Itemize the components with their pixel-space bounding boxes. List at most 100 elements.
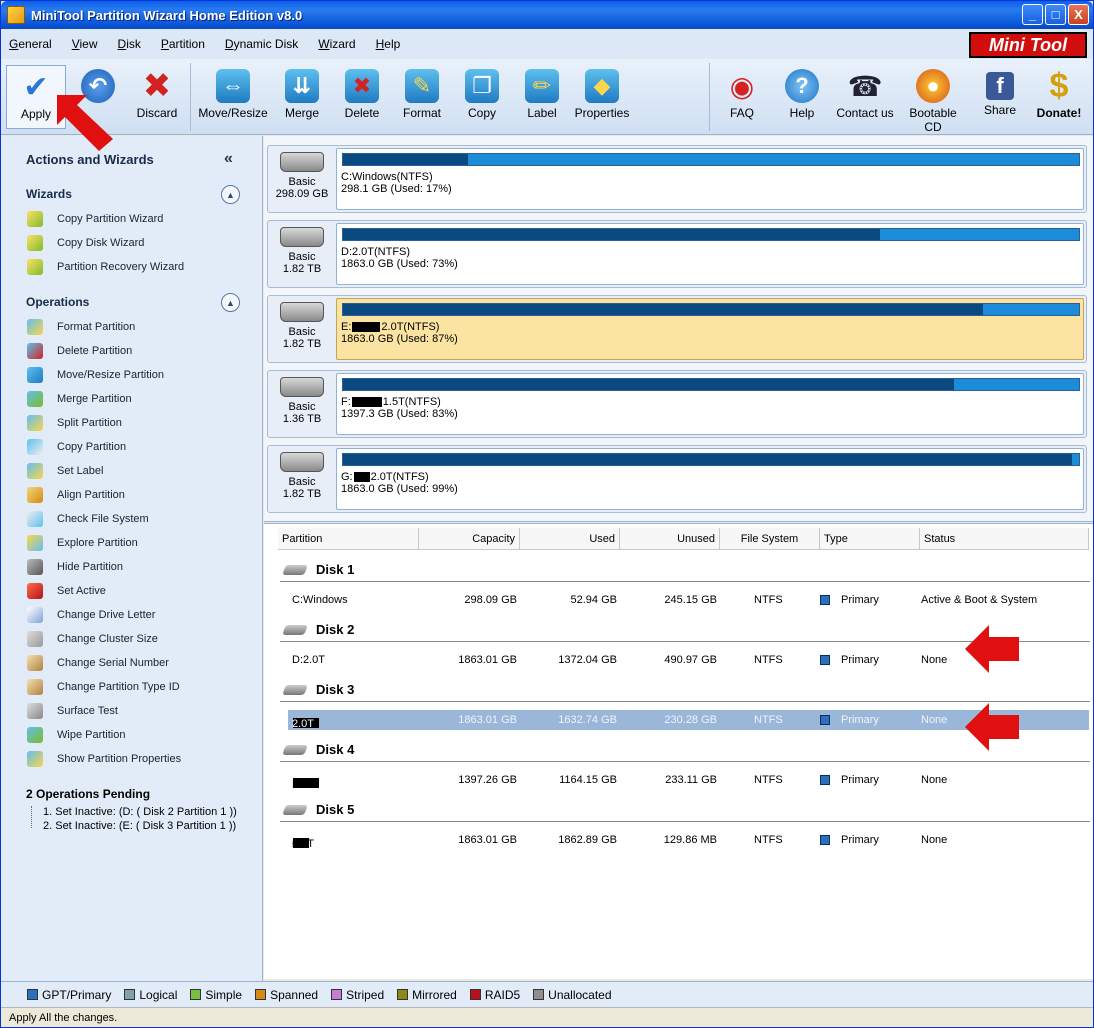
bootable-cd-button[interactable]: ● Bootable CD: [899, 65, 967, 134]
menu-disk[interactable]: Disk: [118, 37, 141, 51]
copy-button[interactable]: ❐ Copy: [453, 65, 511, 129]
move-resize-label: Move/Resize: [198, 106, 268, 120]
primary-color-swatch: [820, 715, 830, 725]
copy-icon: [27, 439, 43, 455]
op-set-active[interactable]: Set Active: [27, 583, 106, 599]
table-row[interactable]: G:2.0T 1863.01 GB 1862.89 GB 129.86 MB N…: [288, 830, 1089, 850]
table-row[interactable]: F:1.5T 1397.26 GB 1164.15 GB 233.11 GB N…: [288, 770, 1089, 790]
format-button[interactable]: ✎ Format: [393, 65, 451, 129]
op-change-partition-type-id[interactable]: Change Partition Type ID: [27, 679, 180, 695]
label-button[interactable]: ✏ Label: [513, 65, 571, 129]
hdd-icon: [282, 744, 308, 755]
pending-item[interactable]: 1. Set Inactive: (D: ( Disk 2 Partition …: [43, 806, 237, 818]
op-align-partition[interactable]: Align Partition: [27, 487, 125, 503]
donate-button[interactable]: $ Donate!: [1031, 65, 1087, 129]
wizards-collapse-icon[interactable]: ▲: [221, 185, 240, 204]
column-file-system[interactable]: File System: [720, 528, 820, 550]
move-resize-button[interactable]: ⇔ Move/Resize: [197, 65, 269, 129]
op-move-resize-partition[interactable]: Move/Resize Partition: [27, 367, 164, 383]
help-button[interactable]: ? Help: [775, 65, 829, 129]
column-unused[interactable]: Unused: [620, 528, 720, 550]
column-used[interactable]: Used: [520, 528, 620, 550]
cluster-icon: [27, 631, 43, 647]
hdd-icon: Basic 1.82 TB: [272, 300, 332, 360]
op-split-partition[interactable]: Split Partition: [27, 415, 122, 431]
actions-panel: Actions and Wizards « Wizards ▲ Copy Par…: [1, 136, 263, 1008]
menu-general[interactable]: General: [9, 37, 52, 51]
op-change-cluster-size[interactable]: Change Cluster Size: [27, 631, 158, 647]
op-change-drive-letter[interactable]: Change Drive Letter: [27, 607, 155, 623]
disk-map-disk-4[interactable]: Basic 1.36 TB F: 1.5T(NTFS) 1397.3 GB (Use…: [267, 370, 1087, 438]
properties-button[interactable]: ◆ Properties: [573, 65, 631, 129]
op-change-serial-number[interactable]: Change Serial Number: [27, 655, 169, 671]
contact-label: Contact us: [836, 106, 894, 120]
wand-icon: [27, 235, 43, 251]
collapse-panel-icon[interactable]: «: [224, 150, 233, 168]
legend-logical: Logical: [124, 988, 177, 1002]
menu-view[interactable]: View: [72, 37, 98, 51]
disk-header-row[interactable]: Disk 3: [280, 678, 1090, 702]
op-surface-test[interactable]: Surface Test: [27, 703, 118, 719]
legend-bar: GPT/Primary Logical Simple Spanned Strip…: [1, 981, 1093, 1007]
disk-map-disk-2[interactable]: Basic 1.82 TB D:2.0T(NTFS) 1863.0 GB (Use…: [267, 220, 1087, 288]
legend-striped: Striped: [331, 988, 384, 1002]
op-hide-partition[interactable]: Hide Partition: [27, 559, 123, 575]
disk-map: Basic 298.09 GB C:Windows(NTFS) 298.1 GB …: [264, 136, 1093, 522]
op-explore-partition[interactable]: Explore Partition: [27, 535, 138, 551]
checkmark-icon: ✔: [23, 70, 49, 104]
op-check-file-system[interactable]: Check File System: [27, 511, 149, 527]
copy-label: Copy: [467, 106, 496, 120]
disk-header-row[interactable]: Disk 1: [280, 558, 1090, 582]
column-partition[interactable]: Partition: [278, 528, 419, 550]
merge-button[interactable]: ⇊ Merge: [273, 65, 331, 129]
wizard-copy-disk[interactable]: Copy Disk Wizard: [27, 235, 144, 251]
op-format-partition[interactable]: Format Partition: [27, 319, 135, 335]
op-set-label[interactable]: Set Label: [27, 463, 103, 479]
share-button[interactable]: f Share: [973, 65, 1027, 129]
discard-x-icon: ✖: [142, 67, 172, 105]
merge-label: Merge: [284, 106, 319, 120]
op-merge-partition[interactable]: Merge Partition: [27, 391, 132, 407]
app-window: MiniTool Partition Wizard Home Edition v…: [0, 0, 1094, 1028]
op-wipe-partition[interactable]: Wipe Partition: [27, 727, 125, 743]
title-bar[interactable]: MiniTool Partition Wizard Home Edition v…: [1, 1, 1093, 29]
operations-title: Operations: [26, 295, 90, 309]
column-capacity[interactable]: Capacity: [419, 528, 520, 550]
delete-button[interactable]: ✖ Delete: [333, 65, 391, 129]
disk-map-disk-1[interactable]: Basic 298.09 GB C:Windows(NTFS) 298.1 GB …: [267, 145, 1087, 213]
menu-wizard[interactable]: Wizard: [318, 37, 355, 51]
primary-color-swatch: [820, 595, 830, 605]
maximize-button[interactable]: □: [1045, 4, 1066, 25]
op-show-partition-properties[interactable]: Show Partition Properties: [27, 751, 181, 767]
op-copy-partition[interactable]: Copy Partition: [27, 439, 126, 455]
minimize-button[interactable]: _: [1022, 4, 1043, 25]
delete-icon: ✖: [345, 69, 379, 103]
pending-item[interactable]: 2. Set Inactive: (E: ( Disk 3 Partition …: [43, 820, 236, 832]
wizard-copy-partition[interactable]: Copy Partition Wizard: [27, 211, 163, 227]
red-arrow-annotation-icon: [965, 703, 1019, 751]
op-delete-partition[interactable]: Delete Partition: [27, 343, 132, 359]
faq-button[interactable]: ◉ FAQ: [715, 65, 769, 129]
column-type[interactable]: Type: [820, 528, 920, 550]
disk-map-partition-selected[interactable]: E: 2.0T(NTFS) 1863.0 GB (Used: 87%): [336, 298, 1084, 360]
menu-partition[interactable]: Partition: [161, 37, 205, 51]
disk-header-row[interactable]: Disk 5: [280, 798, 1090, 822]
disk-map-partition[interactable]: D:2.0T(NTFS) 1863.0 GB (Used: 73%): [336, 223, 1084, 285]
disk-map-disk-3[interactable]: Basic 1.82 TB E: 2.0T(NTFS) 1863.0 GB (Use…: [267, 295, 1087, 363]
close-button[interactable]: X: [1068, 4, 1089, 25]
disk-map-disk-5[interactable]: Basic 1.82 TB G: 2.0T(NTFS) 1863.0 GB (Use…: [267, 445, 1087, 513]
disk-map-partition[interactable]: C:Windows(NTFS) 298.1 GB (Used: 17%): [336, 148, 1084, 210]
operations-collapse-icon[interactable]: ▲: [221, 293, 240, 312]
dollar-icon: $: [1049, 66, 1069, 105]
delete-label: Delete: [344, 106, 380, 120]
disk-map-partition[interactable]: G: 2.0T(NTFS) 1863.0 GB (Used: 99%): [336, 448, 1084, 510]
table-row[interactable]: C:Windows 298.09 GB 52.94 GB 245.15 GB N…: [288, 590, 1089, 610]
column-status[interactable]: Status: [920, 528, 1089, 550]
contact-person-icon: ☎: [847, 70, 883, 102]
menu-help[interactable]: Help: [376, 37, 401, 51]
menu-dynamic-disk[interactable]: Dynamic Disk: [225, 37, 298, 51]
disk-map-partition[interactable]: F: 1.5T(NTFS) 1397.3 GB (Used: 83%): [336, 373, 1084, 435]
discard-button[interactable]: ✖ Discard: [128, 65, 186, 129]
wizard-partition-recovery[interactable]: Partition Recovery Wizard: [27, 259, 184, 275]
contact-button[interactable]: ☎ Contact us: [835, 65, 895, 129]
